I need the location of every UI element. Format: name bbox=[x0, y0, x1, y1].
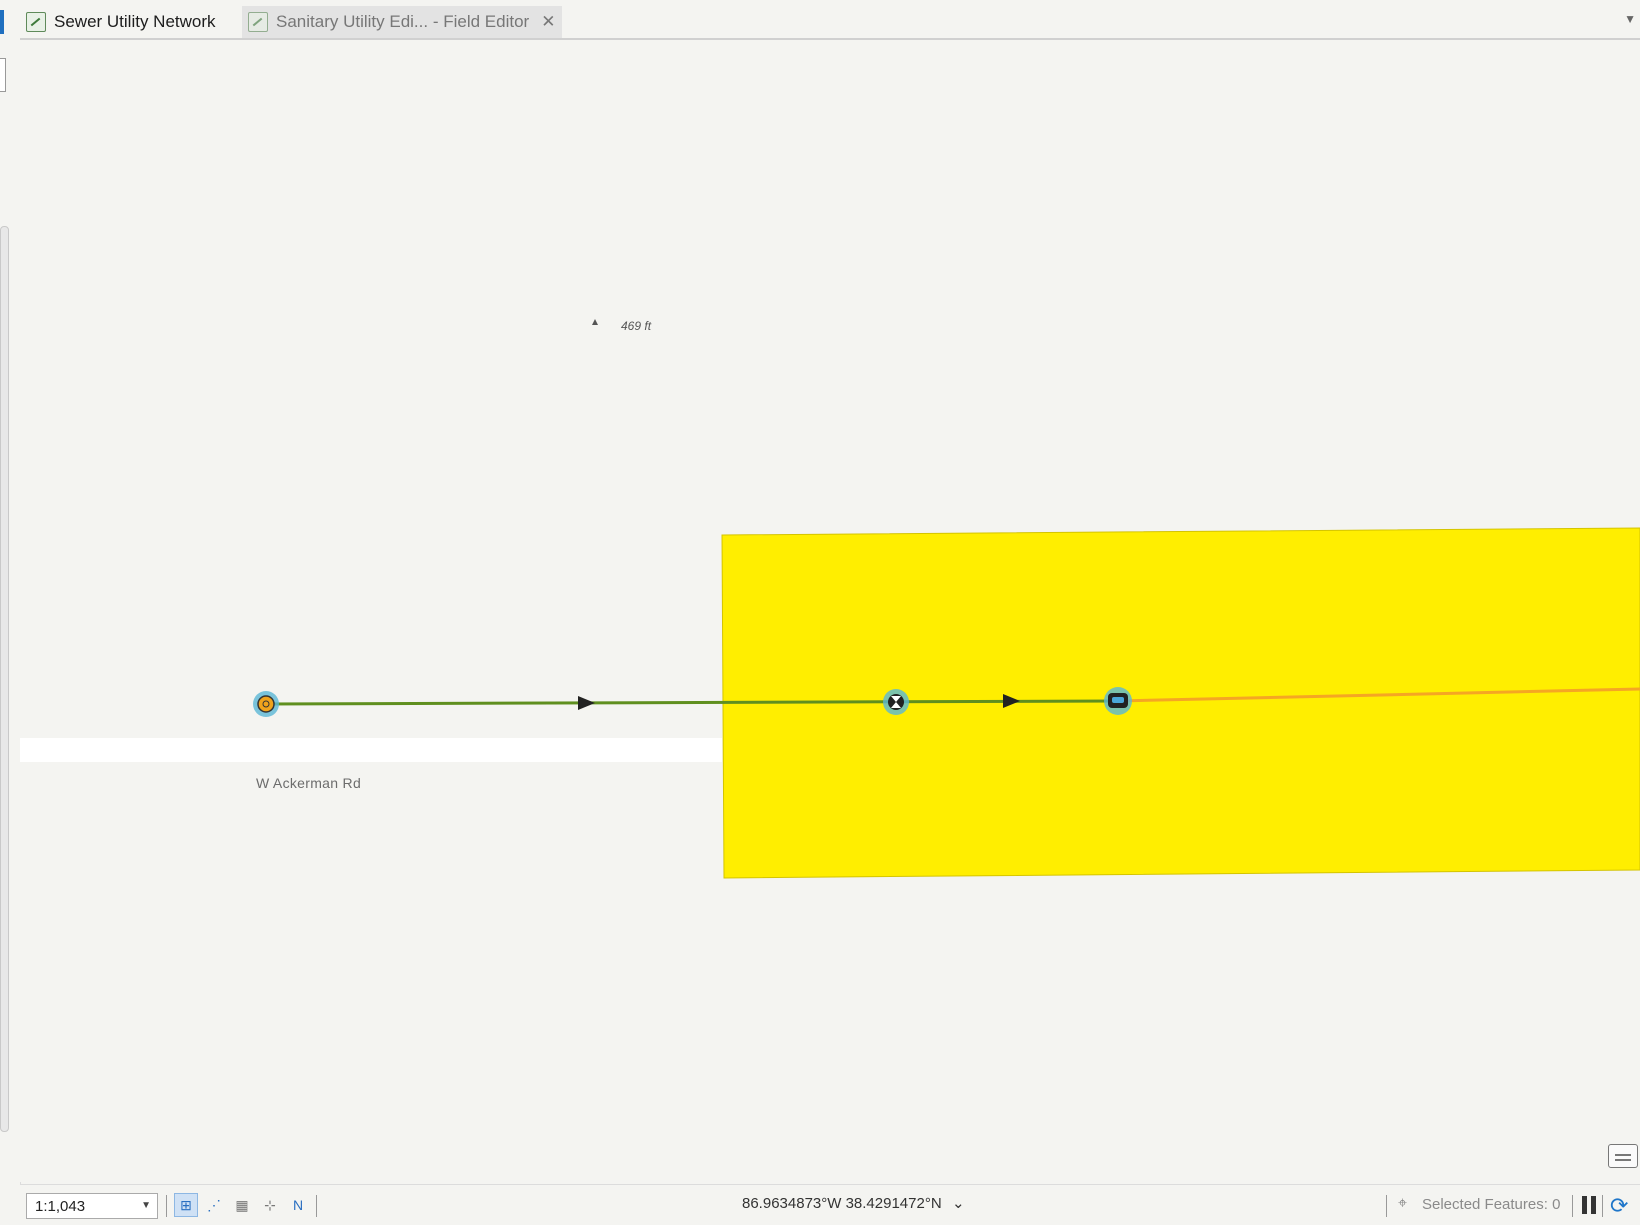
divider bbox=[166, 1195, 167, 1217]
map-view-tabs: Sewer Utility Network Sanitary Utility E… bbox=[20, 0, 1640, 40]
tab-label: Sanitary Utility Edi... - Field Editor bbox=[276, 12, 530, 31]
selection-icon[interactable]: ⌖ bbox=[1398, 1195, 1418, 1215]
map-canvas[interactable]: 469 ft W Ackerman Rd bbox=[20, 40, 1640, 1182]
dimension-label: 469 ft bbox=[621, 319, 652, 333]
selected-features-count[interactable]: Selected Features: 0 bbox=[1422, 1196, 1560, 1213]
tab-label: Sewer Utility Network bbox=[54, 12, 216, 31]
divider bbox=[1572, 1195, 1573, 1217]
structure-node-icon[interactable] bbox=[1104, 687, 1132, 715]
coordinate-readout: 86.9634873°W 38.4291472°N bbox=[742, 1195, 942, 1212]
constraints-icon[interactable]: ⋰ bbox=[202, 1193, 226, 1217]
divider bbox=[316, 1195, 317, 1217]
map-graphics bbox=[20, 319, 1640, 879]
scale-selector[interactable]: 1:1,043 ▼ bbox=[26, 1193, 158, 1219]
pane-scrollbar[interactable] bbox=[0, 226, 9, 1132]
overview-toggle-icon[interactable] bbox=[1608, 1144, 1638, 1168]
tab-sewer-utility-network[interactable]: Sewer Utility Network bbox=[26, 6, 216, 38]
snapping-icon[interactable]: ⊞ bbox=[174, 1193, 198, 1217]
road-label: W Ackerman Rd bbox=[256, 775, 362, 791]
flow-direction-arrow-icon bbox=[578, 696, 595, 710]
grid-icon[interactable]: ▦ bbox=[230, 1193, 254, 1217]
close-icon[interactable]: ✕ bbox=[541, 12, 555, 32]
manhole-node-icon[interactable] bbox=[253, 691, 279, 717]
divider bbox=[1386, 1195, 1387, 1217]
divider bbox=[1602, 1195, 1603, 1217]
chevron-down-icon[interactable]: ⌄ bbox=[952, 1194, 965, 1212]
status-bar: 1:1,043 ▼ ⊞ ⋰ ▦ ⊹ N 86.9634873°W 38.4291… bbox=[20, 1184, 1640, 1225]
valve-node-icon[interactable] bbox=[883, 689, 909, 715]
road-w-ackerman bbox=[20, 738, 722, 762]
pane-collapse-button[interactable] bbox=[0, 58, 6, 92]
pane-indicator bbox=[0, 10, 4, 34]
correction-icon[interactable]: ⊹ bbox=[258, 1193, 282, 1217]
north-arrow-icon[interactable]: N bbox=[286, 1193, 310, 1217]
map-icon bbox=[248, 12, 268, 32]
dimension-tick-icon bbox=[592, 319, 598, 325]
chevron-down-icon[interactable]: ▼ bbox=[141, 1200, 151, 1211]
refresh-icon[interactable]: ⟳ bbox=[1610, 1193, 1628, 1219]
pause-drawing-icon[interactable] bbox=[1582, 1196, 1596, 1214]
left-pane-edge bbox=[0, 0, 21, 1224]
map-icon bbox=[26, 12, 46, 32]
scale-value: 1:1,043 bbox=[35, 1198, 86, 1215]
tab-field-editor[interactable]: Sanitary Utility Edi... - Field Editor ✕ bbox=[242, 6, 562, 38]
chevron-down-icon[interactable]: ▼ bbox=[1624, 12, 1636, 26]
